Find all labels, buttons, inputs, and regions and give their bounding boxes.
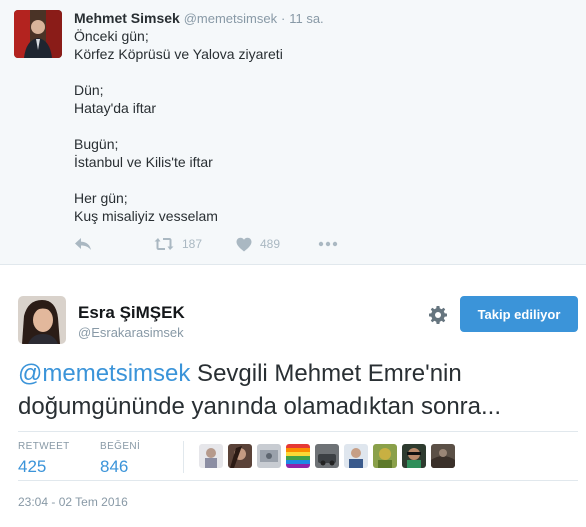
liker-avatar[interactable] [286,444,310,468]
liker-avatar-image [431,444,455,468]
liker-avatar-image [286,444,310,468]
retweet-count: 187 [182,237,203,251]
parent-tweet-actions: 187 489 [74,234,338,254]
parent-tweet-avatar[interactable] [14,10,62,58]
liker-avatar[interactable] [315,444,339,468]
like-stat-label: BEĞENİ [100,441,141,452]
liker-avatar[interactable] [257,444,281,468]
like-stat-count: 846 [100,457,129,476]
tweet-line: Körfez Köprüsü ve Yalova ziyareti [74,46,283,62]
settings-button[interactable] [428,305,448,325]
author-fullname[interactable]: Esra ŞiMŞEK [78,303,185,323]
liker-avatar-image [344,444,368,468]
like-stat[interactable]: BEĞENİ 846 [100,441,140,478]
stats-divider [183,441,184,473]
liker-avatar-image [315,444,339,468]
parent-tweet-fullname[interactable]: Mehmet Simsek [74,10,180,26]
parent-tweet-text: Önceki gün; Körfez Köprüsü ve Yalova ziy… [74,27,554,225]
liker-avatar-image [257,444,281,468]
tweet-line [74,171,554,189]
header-separator: · [280,11,286,26]
reply-icon [75,238,91,250]
avatar-image [14,10,62,58]
author-handle[interactable]: @Esrakarasimsek [78,325,184,341]
retweet-stat-count: 425 [18,457,47,476]
parent-tweet-header: Mehmet Simsek @memetsimsek · 11 sa. [74,9,324,28]
tweet-line: Dün; [74,82,104,98]
retweet-button[interactable]: 187 [154,236,236,252]
liker-avatar[interactable] [344,444,368,468]
liker-avatar[interactable] [199,444,223,468]
tweet-line: İstanbul ve Kilis'te iftar [74,154,213,170]
like-count: 489 [260,237,281,251]
heart-icon [236,237,252,251]
liker-avatar[interactable] [228,444,252,468]
tweet-text: @memetsimsek Sevgili Mehmet Emre'nin doğ… [18,357,573,423]
liker-avatar-image [199,444,223,468]
tweet-line: Her gün; [74,190,128,206]
liker-avatar-image [402,444,426,468]
liker-avatar[interactable] [431,444,455,468]
tweet-line: Bugün; [74,136,119,152]
author-avatar[interactable] [18,296,66,344]
liker-avatars [199,444,460,468]
gear-icon [429,306,447,324]
retweet-icon [154,238,174,250]
reply-button[interactable] [74,236,154,252]
tweet-line: Kuş misaliyiz vesselam [74,208,218,224]
mention-link[interactable]: @memetsimsek [18,360,190,387]
liker-avatar[interactable] [373,444,397,468]
liker-avatar-image [228,444,252,468]
retweet-stat-label: RETWEET [18,441,70,452]
following-button[interactable]: Takip ediliyor [460,296,578,332]
more-button[interactable] [318,241,338,247]
like-button[interactable]: 489 [236,237,318,252]
liker-avatar[interactable] [402,444,426,468]
tweet-line [74,63,554,81]
tweet-line: Önceki gün; [74,28,149,44]
tweet-stats: RETWEET 425 BEĞENİ 846 [18,431,578,481]
tweet-line [74,117,554,135]
tweet-line: Hatay'da iftar [74,100,157,116]
parent-tweet-handle[interactable]: @memetsimsek [184,11,277,26]
parent-tweet-time[interactable]: 11 sa. [289,11,323,26]
parent-tweet[interactable]: Mehmet Simsek @memetsimsek · 11 sa. Önce… [0,0,586,265]
tweet-timestamp[interactable]: 23:04 - 02 Tem 2016 [18,495,128,509]
liker-avatar-image [373,444,397,468]
main-tweet: Esra ŞiMŞEK @Esrakarasimsek Takip ediliy… [0,266,586,527]
more-icon [318,241,338,247]
retweet-stat[interactable]: RETWEET 425 [18,441,70,478]
avatar-image [18,296,66,344]
